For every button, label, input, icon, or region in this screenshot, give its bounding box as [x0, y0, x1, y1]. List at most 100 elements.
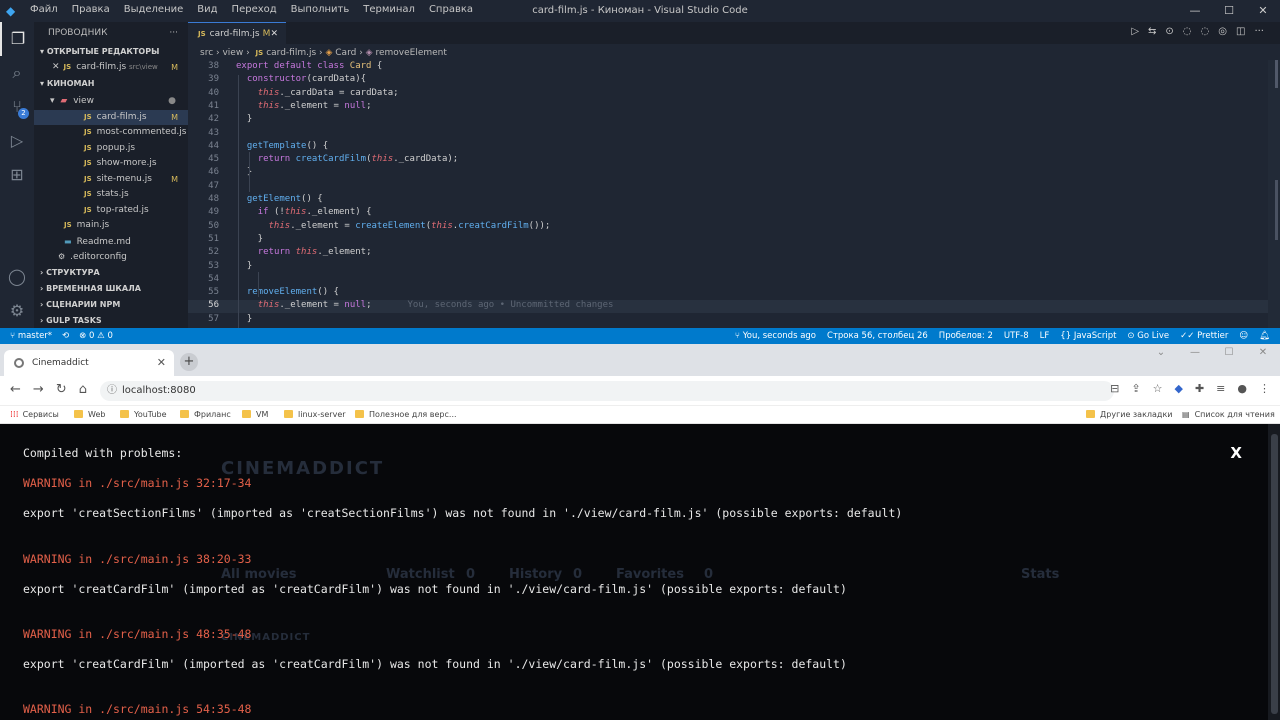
- scrollbar-thumb[interactable]: [1271, 434, 1278, 714]
- more-icon[interactable]: ···: [1254, 26, 1264, 37]
- breadcrumb-class[interactable]: Card: [335, 48, 356, 58]
- avatar[interactable]: ●: [1237, 382, 1247, 395]
- back-icon[interactable]: ◌: [1183, 26, 1192, 37]
- share-icon[interactable]: ⇪: [1131, 382, 1140, 395]
- encoding[interactable]: UTF-8: [1004, 328, 1029, 344]
- breadcrumb-src[interactable]: src: [200, 48, 213, 58]
- code-line[interactable]: constructor(cardData){: [236, 74, 366, 84]
- breadcrumb-view[interactable]: view: [222, 48, 243, 58]
- bookmark-folder[interactable]: VM: [242, 406, 268, 424]
- code-editor[interactable]: 38 export default class Card {39 construc…: [188, 60, 1280, 328]
- minimize-icon[interactable]: —: [1178, 344, 1212, 362]
- go-live-button[interactable]: ⊙ Go Live: [1127, 328, 1169, 344]
- menu-dots-icon[interactable]: ⋮: [1259, 382, 1270, 395]
- search-icon[interactable]: ⌕: [0, 56, 34, 90]
- go-live-icon[interactable]: ⊙: [1165, 26, 1173, 37]
- breadcrumb-file[interactable]: card-film.js: [266, 48, 316, 58]
- sidebar-section[interactable]: › СЦЕНАРИИ NPM: [34, 297, 188, 313]
- split-editor-icon[interactable]: ◫: [1236, 26, 1245, 37]
- prettier-button[interactable]: ✓✓ Prettier: [1180, 328, 1228, 344]
- reading-list[interactable]: ▤ Список для чтения: [1182, 406, 1275, 424]
- code-line[interactable]: }: [236, 234, 263, 244]
- close-tab-icon[interactable]: ✕: [270, 23, 278, 45]
- feedback-icon[interactable]: ☺: [1239, 328, 1248, 344]
- code-line[interactable]: return this._element;: [236, 247, 372, 257]
- file-item[interactable]: JS main.js: [34, 218, 188, 234]
- end-of-line[interactable]: LF: [1040, 328, 1050, 344]
- file-item[interactable]: JS stats.js: [34, 187, 188, 203]
- cursor-position[interactable]: Строка 56, столбец 26: [827, 328, 928, 344]
- sidebar-section[interactable]: › GULP TASKS: [34, 313, 188, 329]
- file-item[interactable]: ⚙ .editorconfig: [34, 249, 188, 265]
- close-icon[interactable]: ✕: [1246, 344, 1280, 362]
- code-line[interactable]: if (!this._element) {: [236, 207, 372, 217]
- notifications-icon[interactable]: 🔔︎: [1259, 328, 1270, 344]
- tab-card-film[interactable]: JS card-film.js M ✕: [188, 22, 286, 44]
- file-item[interactable]: JS top-rated.js: [34, 203, 188, 219]
- file-item[interactable]: JS show-more.js: [34, 156, 188, 172]
- maximize-icon[interactable]: ☐: [1212, 0, 1246, 22]
- sidebar-section[interactable]: › СТРУКТУРА: [34, 265, 188, 281]
- code-line[interactable]: return creatCardFilm(this._cardData);: [236, 154, 459, 164]
- sidebar-section[interactable]: › ВРЕМЕННАЯ ШКАЛА: [34, 281, 188, 297]
- code-line[interactable]: getTemplate() {: [236, 141, 328, 151]
- close-icon[interactable]: ✕: [1246, 0, 1280, 22]
- page-scrollbar[interactable]: [1268, 424, 1280, 720]
- code-line[interactable]: this._element = null; You, seconds ago • …: [236, 300, 614, 310]
- settings-gear-icon[interactable]: ⚙: [0, 294, 34, 328]
- tab-search-icon[interactable]: ⌄: [1144, 344, 1178, 362]
- new-tab-button[interactable]: +: [180, 353, 198, 371]
- menu-view[interactable]: Вид: [197, 4, 217, 15]
- folder-view[interactable]: ▾ ▰ view ●: [34, 92, 188, 110]
- code-line[interactable]: removeElement() {: [236, 287, 339, 297]
- code-line[interactable]: export default class Card {: [236, 61, 382, 71]
- file-item[interactable]: JS most-commented.js: [34, 125, 188, 141]
- compare-icon[interactable]: ⇆: [1148, 26, 1156, 37]
- bookmark-folder[interactable]: Фриланс: [180, 406, 231, 424]
- bookmark-folder[interactable]: Полезное для верс...: [355, 406, 457, 424]
- bookmark-folder[interactable]: YouTube: [120, 406, 167, 424]
- menu-terminal[interactable]: Терминал: [363, 4, 415, 15]
- extension-icon[interactable]: ◆: [1174, 382, 1182, 395]
- back-icon[interactable]: ←: [10, 382, 21, 397]
- menu-help[interactable]: Справка: [429, 4, 473, 15]
- home-icon[interactable]: ⌂: [79, 382, 87, 397]
- open-editors-section[interactable]: ▾ ОТКРЫТЫЕ РЕДАКТОРЫ: [34, 44, 188, 60]
- project-section[interactable]: ▾ КИНОМАН: [34, 76, 188, 92]
- extensions-icon[interactable]: ⊞: [0, 158, 34, 192]
- browser-tab[interactable]: Cinemaddict ✕: [4, 350, 174, 376]
- menu-edit[interactable]: Правка: [72, 4, 110, 15]
- bookmark-folder[interactable]: Web: [74, 406, 105, 424]
- forward-icon[interactable]: →: [33, 382, 44, 397]
- bookmark-apps[interactable]: ⁞⁞⁞ Сервисы: [10, 406, 59, 424]
- address-bar[interactable]: ⓘ localhost:8080: [100, 381, 1114, 401]
- bookmark-other[interactable]: Другие закладки: [1086, 406, 1173, 424]
- problems-indicator[interactable]: ⊗ 0 ⚠ 0: [79, 328, 113, 344]
- close-overlay-button[interactable]: X: [1230, 444, 1242, 462]
- reading-list-icon[interactable]: ≡: [1216, 382, 1225, 395]
- explorer-icon[interactable]: ❐: [0, 22, 34, 56]
- indentation[interactable]: Пробелов: 2: [939, 328, 993, 344]
- language-mode[interactable]: {} JavaScript: [1060, 328, 1116, 344]
- close-icon[interactable]: ✕: [52, 62, 60, 72]
- forward-icon[interactable]: ◌: [1201, 26, 1210, 37]
- branch-indicator[interactable]: ⑂ master*: [10, 328, 52, 344]
- code-line[interactable]: this._element = createElement(this.creat…: [236, 221, 551, 231]
- menu-selection[interactable]: Выделение: [124, 4, 184, 15]
- breadcrumb-method[interactable]: removeElement: [375, 48, 446, 58]
- timeline-icon[interactable]: ◎: [1218, 26, 1227, 37]
- close-tab-icon[interactable]: ✕: [157, 350, 166, 376]
- site-info-icon[interactable]: ⓘ: [107, 381, 117, 401]
- file-item[interactable]: JS site-menu.js M: [34, 172, 188, 188]
- account-icon[interactable]: ◯: [0, 260, 34, 294]
- run-icon[interactable]: ▷: [1131, 26, 1139, 37]
- file-item[interactable]: ▬ Readme.md: [34, 234, 188, 250]
- translate-icon[interactable]: ⊟: [1110, 382, 1119, 395]
- extensions-puzzle-icon[interactable]: ✚: [1195, 382, 1204, 395]
- editor-scrollbar[interactable]: [1268, 60, 1280, 328]
- open-editor-item[interactable]: ✕ JS card-film.js src\view M: [34, 60, 188, 76]
- code-line[interactable]: this._cardData = cardData;: [236, 88, 399, 98]
- bookmark-star-icon[interactable]: ☆: [1153, 382, 1163, 395]
- run-debug-icon[interactable]: ▷: [0, 124, 34, 158]
- sync-icon[interactable]: ⟲: [62, 328, 69, 344]
